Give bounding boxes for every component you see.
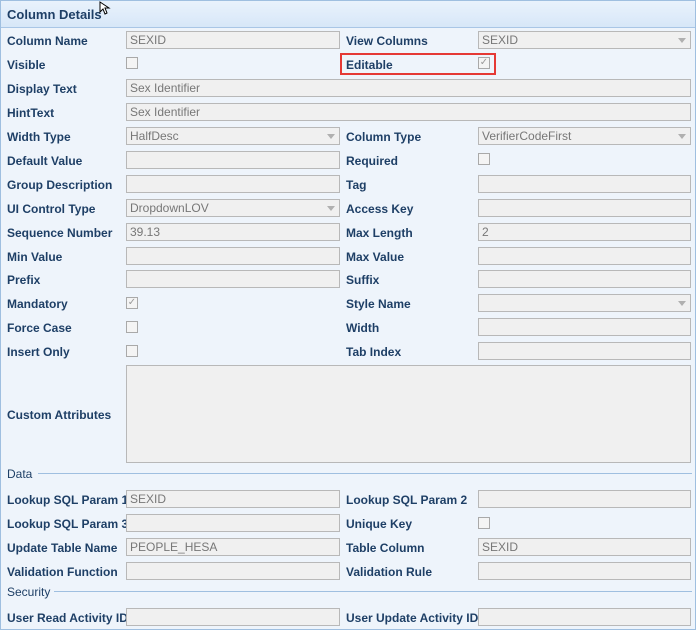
label-width: Width	[346, 321, 380, 335]
visible-checkbox[interactable]	[126, 57, 138, 69]
label-width-type: Width Type	[7, 130, 71, 144]
tag-field[interactable]	[478, 175, 691, 193]
label-lookup-sql-param-1: Lookup SQL Param 1	[7, 493, 129, 507]
label-style-name: Style Name	[346, 297, 411, 311]
validation-function-field[interactable]	[126, 562, 340, 580]
label-unique-key: Unique Key	[346, 517, 413, 531]
label-max-value: Max Value	[346, 250, 405, 264]
label-min-value: Min Value	[7, 250, 63, 264]
user-update-activity-id-field[interactable]	[478, 608, 691, 626]
label-group-description: Group Description	[7, 178, 113, 192]
label-lookup-sql-param-2: Lookup SQL Param 2	[346, 493, 468, 507]
chevron-down-icon	[678, 134, 686, 139]
hint-text-field[interactable]: Sex Identifier	[126, 103, 691, 121]
chevron-down-icon	[678, 301, 686, 306]
label-access-key: Access Key	[346, 202, 414, 216]
panel-title: Column Details	[7, 7, 102, 22]
max-value-field[interactable]	[478, 247, 691, 265]
label-lookup-sql-param-3: Lookup SQL Param 3	[7, 517, 129, 531]
security-section-divider	[54, 591, 692, 592]
label-view-columns: View Columns	[346, 34, 428, 48]
chevron-down-icon	[327, 206, 335, 211]
table-column-field[interactable]: SEXID	[478, 538, 691, 556]
label-required: Required	[346, 154, 399, 168]
lookup-sql-param-1-field[interactable]: SEXID	[126, 490, 340, 508]
label-force-case: Force Case	[7, 321, 72, 335]
ui-control-type-value: DropdownLOV	[130, 201, 209, 215]
column-details-panel: Column Details Column Name Visible Displ…	[0, 0, 696, 630]
label-prefix: Prefix	[7, 273, 41, 287]
min-value-field[interactable]	[126, 247, 340, 265]
required-checkbox[interactable]	[478, 153, 490, 165]
label-custom-attributes: Custom Attributes	[7, 408, 112, 422]
label-ui-control-type: UI Control Type	[7, 202, 96, 216]
label-hint-text: HintText	[7, 106, 55, 120]
mouse-cursor-icon	[99, 1, 111, 15]
max-length-field[interactable]: 2	[478, 223, 691, 241]
lookup-sql-param-3-field[interactable]	[126, 514, 340, 532]
width-type-dropdown[interactable]: HalfDesc	[126, 127, 340, 145]
label-tab-index: Tab Index	[346, 345, 402, 359]
prefix-field[interactable]	[126, 270, 340, 288]
unique-key-checkbox[interactable]	[478, 517, 490, 529]
chevron-down-icon	[327, 134, 335, 139]
editable-highlight-box	[340, 53, 496, 75]
label-column-type: Column Type	[346, 130, 422, 144]
column-name-field[interactable]: SEXID	[126, 31, 340, 49]
width-type-value: HalfDesc	[130, 129, 179, 143]
validation-rule-field[interactable]	[478, 562, 691, 580]
user-read-activity-id-field[interactable]	[126, 608, 340, 626]
tab-index-field[interactable]	[478, 342, 691, 360]
view-columns-value: SEXID	[482, 33, 519, 47]
label-max-length: Max Length	[346, 226, 413, 240]
insert-only-checkbox[interactable]	[126, 345, 138, 357]
chevron-down-icon	[678, 38, 686, 43]
label-sequence-number: Sequence Number	[7, 226, 113, 240]
label-validation-function: Validation Function	[7, 565, 118, 579]
label-user-read-activity-id: User Read Activity ID	[7, 611, 128, 625]
label-display-text: Display Text	[7, 82, 77, 96]
custom-attributes-textarea[interactable]	[126, 365, 691, 463]
label-tag: Tag	[346, 178, 367, 192]
label-default-value: Default Value	[7, 154, 83, 168]
sequence-number-field[interactable]: 39.13	[126, 223, 340, 241]
column-type-dropdown[interactable]: VerifierCodeFirst	[478, 127, 691, 145]
view-columns-dropdown[interactable]: SEXID	[478, 31, 691, 49]
ui-control-type-dropdown[interactable]: DropdownLOV	[126, 199, 340, 217]
label-validation-rule: Validation Rule	[346, 565, 433, 579]
label-suffix: Suffix	[346, 273, 380, 287]
security-section-title: Security	[7, 585, 51, 599]
access-key-field[interactable]	[478, 199, 691, 217]
default-value-field[interactable]	[126, 151, 340, 169]
style-name-dropdown[interactable]	[478, 294, 691, 312]
data-section-title: Data	[7, 467, 33, 481]
label-insert-only: Insert Only	[7, 345, 70, 359]
lookup-sql-param-2-field[interactable]	[478, 490, 691, 508]
display-text-field[interactable]: Sex Identifier	[126, 79, 691, 97]
group-description-field[interactable]	[126, 175, 340, 193]
label-mandatory: Mandatory	[7, 297, 68, 311]
label-column-name: Column Name	[7, 34, 88, 48]
suffix-field[interactable]	[478, 270, 691, 288]
label-user-update-activity-id: User Update Activity ID	[346, 611, 479, 625]
width-field[interactable]	[478, 318, 691, 336]
update-table-name-field[interactable]: PEOPLE_HESA	[126, 538, 340, 556]
label-table-column: Table Column	[346, 541, 425, 555]
label-update-table-name: Update Table Name	[7, 541, 118, 555]
mandatory-checkbox[interactable]: ✓	[126, 297, 138, 309]
force-case-checkbox[interactable]	[126, 321, 138, 333]
data-section-divider	[38, 473, 692, 474]
column-type-value: VerifierCodeFirst	[482, 129, 572, 143]
label-visible: Visible	[7, 58, 46, 72]
